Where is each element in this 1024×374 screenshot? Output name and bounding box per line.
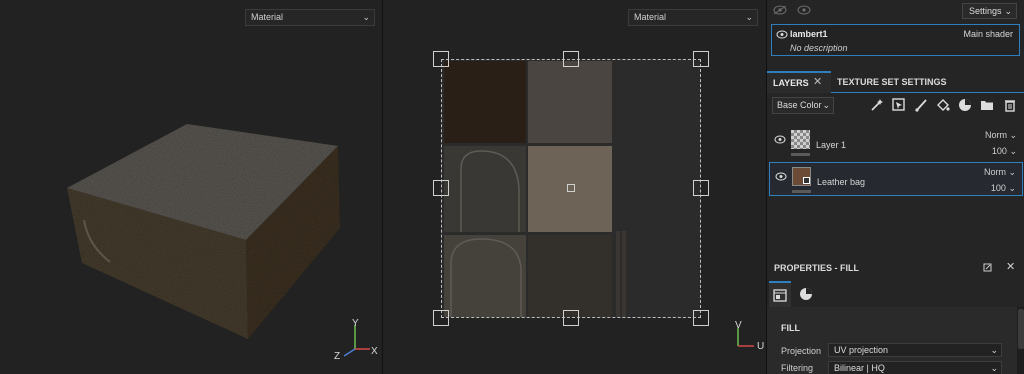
magic-wand-icon[interactable]	[870, 98, 884, 112]
transform-handle[interactable]	[693, 180, 709, 196]
fill-badge-icon	[803, 177, 810, 184]
shader-name: lambert1	[790, 29, 828, 39]
chevron-down-icon: ⌄	[990, 345, 998, 355]
transform-handle[interactable]	[693, 310, 709, 326]
eye-icon[interactable]	[775, 172, 787, 181]
blend-mode-select[interactable]: Norm ⌄	[984, 167, 1016, 178]
transform-handle[interactable]	[433, 180, 449, 196]
shader-description: No description	[790, 43, 848, 53]
properties-header: PROPERTIES - FILL ✕	[767, 258, 1024, 278]
shader-item[interactable]: lambert1 Main shader No description	[771, 24, 1020, 56]
tab-material-properties[interactable]	[795, 281, 817, 307]
layer-thumbnail	[791, 130, 810, 149]
add-mask-icon[interactable]	[892, 98, 906, 112]
chevron-down-icon: ⌄	[1004, 6, 1012, 16]
layer-item-layer-1[interactable]: Layer 1 Norm ⌄ 100 ⌄	[769, 126, 1023, 160]
transform-handle[interactable]	[563, 310, 579, 326]
filtering-label: Filtering	[781, 363, 814, 373]
chevron-down-icon: ⌄	[745, 12, 753, 22]
transform-handle[interactable]	[433, 310, 449, 326]
projection-label: Projection	[781, 346, 822, 356]
transform-handle[interactable]	[693, 51, 709, 67]
properties-tabs	[767, 281, 1024, 307]
close-icon[interactable]: ✕	[1006, 260, 1015, 273]
layer-name: Layer 1	[816, 140, 847, 150]
layer-thumbnail	[792, 167, 811, 186]
section-title: FILL	[781, 323, 800, 333]
fill-section: FILL Projection UV projection ⌄ Filterin…	[767, 307, 1017, 374]
panel-tabs: LAYERS ✕ TEXTURE SET SETTINGS	[767, 71, 1024, 93]
chevron-down-icon: ⌄	[822, 100, 830, 110]
settings-button[interactable]: Settings ⌄	[962, 3, 1017, 19]
eye-icon[interactable]	[776, 30, 788, 39]
axis-x-label: X	[371, 346, 378, 357]
trash-icon[interactable]	[1003, 98, 1017, 112]
material-ball-icon[interactable]	[958, 98, 972, 112]
axis-z-label: Z	[334, 351, 341, 362]
hidden-eye-icon[interactable]	[773, 5, 787, 15]
blend-mode-select[interactable]: Norm ⌄	[985, 130, 1017, 141]
viewport-3d[interactable]: Material ⌄ Y X Z	[0, 0, 382, 374]
axis-u-label: U	[757, 341, 765, 352]
fill-bucket-icon[interactable]	[936, 98, 950, 112]
paint-brush-icon[interactable]	[914, 98, 928, 112]
channel-select[interactable]: Base Color ⌄	[772, 97, 834, 114]
layer-mask-bar	[792, 190, 811, 193]
tab-fill-properties[interactable]	[769, 281, 791, 307]
tab-texture-set-settings[interactable]: TEXTURE SET SETTINGS	[837, 71, 947, 93]
material-select-2d[interactable]: Material ⌄	[628, 9, 758, 26]
folder-icon[interactable]	[980, 98, 994, 112]
opacity-value[interactable]: 100 ⌄	[991, 183, 1016, 194]
layer-mask-bar	[791, 153, 810, 156]
transform-handle[interactable]	[433, 51, 449, 67]
properties-title: PROPERTIES - FILL	[774, 263, 860, 273]
fill-layer-icon	[773, 289, 787, 302]
eye-icon[interactable]	[774, 135, 786, 144]
panel-topbar: Settings ⌄	[767, 0, 1024, 22]
close-icon[interactable]: ✕	[813, 71, 822, 93]
pivot-handle[interactable]	[567, 184, 575, 192]
projection-select[interactable]: UV projection ⌄	[828, 343, 1002, 357]
scrollbar-thumb[interactable]	[1018, 309, 1024, 349]
right-panel: Settings ⌄ lambert1 Main shader No descr…	[766, 0, 1024, 374]
eye-icon[interactable]	[797, 5, 811, 15]
chevron-down-icon: ⌄	[990, 363, 998, 373]
opacity-value[interactable]: 100 ⌄	[992, 146, 1017, 157]
material-ball-icon	[800, 288, 812, 300]
transform-handle[interactable]	[563, 51, 579, 67]
properties-scrollbar[interactable]	[1017, 307, 1024, 374]
filtering-select[interactable]: Bilinear | HQ ⌄	[828, 361, 1002, 374]
axis-v-label: V	[735, 320, 742, 331]
leather-box-model[interactable]	[0, 0, 382, 374]
layer-name: Leather bag	[817, 177, 866, 187]
axis-y-label: Y	[352, 318, 359, 329]
undock-icon[interactable]	[983, 263, 992, 272]
shader-type: Main shader	[963, 29, 1013, 39]
layer-item-leather-bag[interactable]: Leather bag Norm ⌄ 100 ⌄	[769, 162, 1023, 196]
